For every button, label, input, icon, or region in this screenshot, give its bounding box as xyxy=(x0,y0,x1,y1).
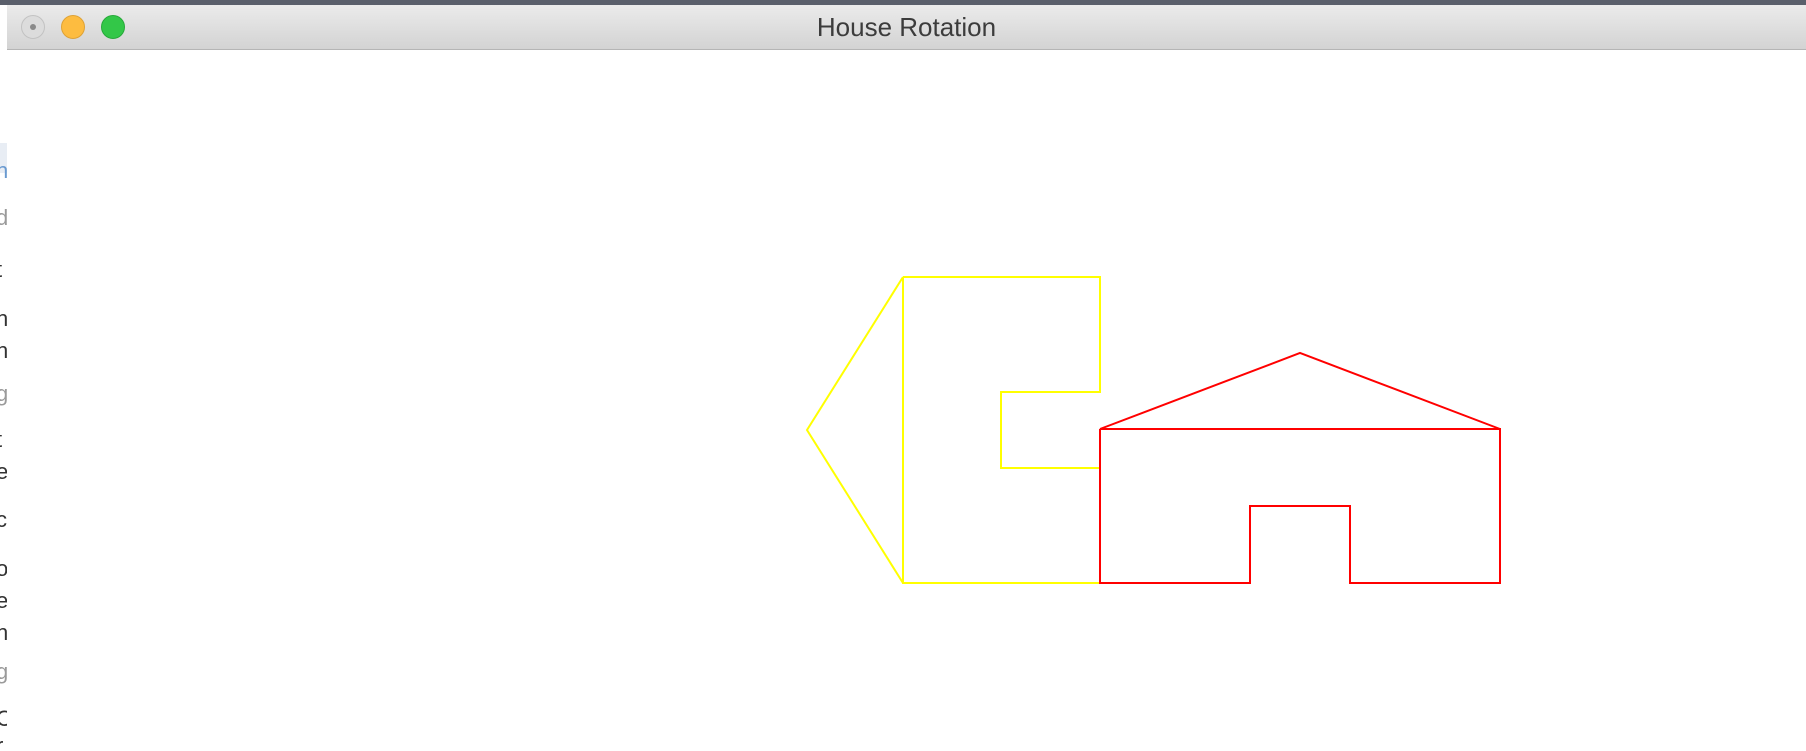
original-house-outline xyxy=(1099,428,1501,584)
house-drawing xyxy=(805,276,1501,584)
original-house-roof xyxy=(1099,351,1501,430)
rotated-house-outline xyxy=(902,276,1101,584)
window-title: House Rotation xyxy=(816,12,997,42)
window-titlebar[interactable]: House Rotation xyxy=(7,5,1806,50)
rotated-house-shape xyxy=(805,276,1101,584)
house-rotation-window: House Rotation xyxy=(7,5,1806,746)
drawing-canvas[interactable] xyxy=(7,50,1806,746)
rotated-house-roof xyxy=(805,276,904,584)
original-house-shape xyxy=(1099,351,1501,584)
